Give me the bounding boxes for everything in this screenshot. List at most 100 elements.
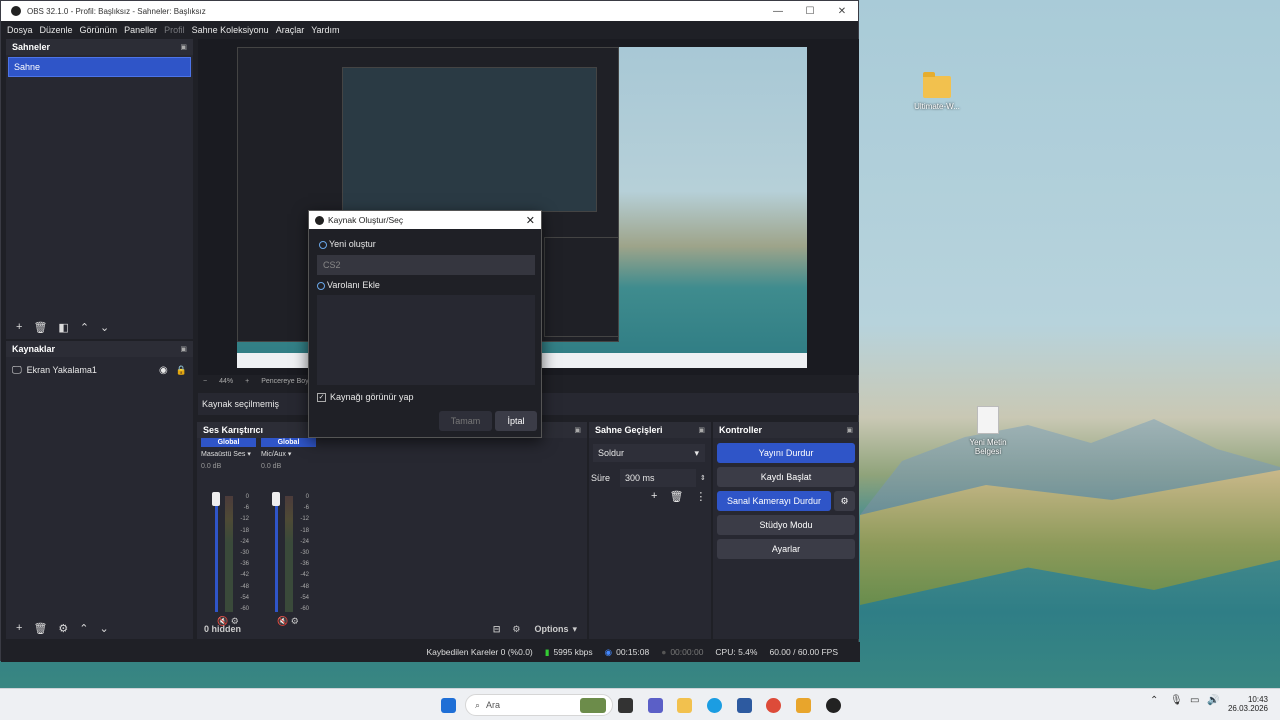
- settings-button[interactable]: Ayarlar: [717, 539, 855, 559]
- menu-docks[interactable]: Paneller: [124, 25, 157, 35]
- sources-title: Kaynaklar: [12, 344, 56, 354]
- trash-icon[interactable]: 🗑: [33, 321, 47, 334]
- transition-select[interactable]: Soldur ▾: [593, 444, 705, 462]
- volume-fader[interactable]: [275, 496, 278, 612]
- scene-item[interactable]: Sahne: [8, 57, 191, 77]
- start-recording-button[interactable]: Kaydı Başlat: [717, 467, 855, 487]
- source-name-input[interactable]: CS2: [317, 255, 535, 275]
- sources-panel: Kaynaklar ▣ 🖵 Ekran Yakalama1 ◉ 🔒 + 🗑 ⚙ ⌃ ⌄: [6, 341, 193, 639]
- lock-icon[interactable]: 🔒: [176, 365, 187, 376]
- start-icon[interactable]: [441, 698, 456, 713]
- dock-icon[interactable]: ▣: [846, 426, 853, 434]
- menu-scene-collection[interactable]: Sahne Koleksiyonu: [192, 25, 269, 35]
- fit-to-window[interactable]: Pencereye Boyut: [261, 378, 314, 385]
- spin-icon[interactable]: ⇕: [700, 474, 706, 482]
- clock[interactable]: 10:43 26.03.2026: [1226, 695, 1268, 713]
- add-icon[interactable]: +: [16, 622, 22, 634]
- menu-help[interactable]: Yardım: [311, 25, 339, 35]
- chevron-down-icon: ▾: [694, 447, 699, 458]
- chevron-down-icon[interactable]: ▾: [572, 624, 577, 635]
- scenes-toolbar: + 🗑 ◧ ⌃ ⌄: [6, 318, 109, 336]
- eye-icon[interactable]: ◉: [159, 365, 168, 376]
- teams-icon[interactable]: [648, 698, 663, 713]
- duration-input[interactable]: 300 ms: [620, 469, 697, 487]
- chevron-down-icon[interactable]: ⌄: [100, 321, 109, 334]
- store-icon[interactable]: [737, 698, 752, 713]
- fader-knob[interactable]: [272, 492, 280, 506]
- taskview-icon[interactable]: [618, 698, 633, 713]
- dock-icon[interactable]: ▣: [698, 426, 705, 434]
- desktop-folder-label: Ultimate-W...: [914, 102, 960, 111]
- create-new-option[interactable]: Yeni oluştur: [319, 239, 376, 249]
- menu-tools[interactable]: Araçlar: [276, 25, 305, 35]
- filter-icon[interactable]: ◧: [58, 321, 68, 334]
- source-item[interactable]: 🖵 Ekran Yakalama1 ◉ 🔒: [6, 360, 193, 380]
- level-meter: [285, 496, 293, 612]
- cancel-button[interactable]: İptal: [495, 411, 537, 431]
- volume-icon[interactable]: 🔊: [1207, 695, 1219, 706]
- close-icon[interactable]: ✕: [526, 214, 535, 227]
- menu-profile[interactable]: Profil: [164, 25, 185, 35]
- menu-file[interactable]: Dosya: [7, 25, 33, 35]
- clock-time: 10:43: [1247, 695, 1268, 704]
- zoom-out-icon[interactable]: −: [203, 378, 207, 385]
- zoom-in-icon[interactable]: +: [245, 378, 249, 385]
- minimize-button[interactable]: —: [762, 6, 794, 17]
- make-visible-checkbox[interactable]: ✓ Kaynağı görünür yap: [317, 392, 414, 402]
- add-existing-option[interactable]: Varolanı Ekle: [317, 280, 380, 290]
- desktop-folder-icon[interactable]: Ultimate-W...: [907, 72, 967, 111]
- vcam-gear-icon[interactable]: ⚙: [834, 491, 855, 511]
- chrome-icon[interactable]: [766, 698, 781, 713]
- app-icon[interactable]: [796, 698, 811, 713]
- network-icon[interactable]: ▭: [1190, 695, 1199, 706]
- signal-icon: ▮: [544, 646, 550, 657]
- mixer-channel-mic: Global Mic/Aux ▾ 0.0 dB 0 -6 -12 -18 -24 -30 -3…: [261, 438, 316, 626]
- chevron-up-icon[interactable]: ⌃: [79, 622, 88, 635]
- radio-icon: [319, 240, 327, 249]
- stream-icon: ◉: [604, 646, 613, 657]
- menu-bar: Dosya Düzenle Görünüm Paneller Profil Sa…: [1, 21, 858, 39]
- transitions-title: Sahne Geçişleri: [595, 425, 663, 435]
- scenes-title: Sahneler: [12, 42, 51, 52]
- close-button[interactable]: ✕: [826, 6, 858, 17]
- chevron-up-icon[interactable]: ⌃: [80, 321, 89, 334]
- mixer-title: Ses Karıştırıcı: [203, 425, 264, 435]
- trash-icon[interactable]: 🗑: [669, 490, 683, 503]
- window-title: OBS 32.1.0 - Profil: Başlıksız - Sahnele…: [27, 6, 206, 16]
- mic-icon[interactable]: 🎙: [1170, 695, 1183, 706]
- record-time: 00:00:00: [670, 647, 704, 657]
- menu-edit[interactable]: Düzenle: [40, 25, 73, 35]
- desktop-textfile-icon[interactable]: Yeni Metin Belgesi: [958, 406, 1018, 456]
- dock-icon[interactable]: ▣: [180, 345, 187, 353]
- explorer-icon[interactable]: [677, 698, 692, 713]
- studio-mode-button[interactable]: Stüdyo Modu: [717, 515, 855, 535]
- chevron-down-icon[interactable]: ⌄: [100, 622, 109, 635]
- menu-view[interactable]: Görünüm: [80, 25, 118, 35]
- layout-icon[interactable]: ⊟: [493, 624, 501, 635]
- chevron-up-icon[interactable]: ⌃: [1150, 695, 1158, 706]
- obs-taskbar-icon[interactable]: [826, 698, 841, 713]
- obs-logo-icon: [315, 215, 324, 225]
- chevron-down-icon[interactable]: ▾: [288, 450, 292, 458]
- add-icon[interactable]: +: [651, 490, 657, 503]
- add-icon[interactable]: +: [16, 321, 22, 333]
- widget-icon[interactable]: [580, 698, 606, 713]
- advanced-audio-icon[interactable]: ⚙: [512, 624, 520, 635]
- dock-icon[interactable]: ▣: [180, 43, 187, 51]
- add-existing-label: Varolanı Ekle: [327, 280, 380, 290]
- fader-knob[interactable]: [212, 492, 220, 506]
- ok-button[interactable]: Tamam: [439, 411, 492, 431]
- existing-sources-list[interactable]: [317, 295, 535, 385]
- options-button[interactable]: Options: [534, 624, 568, 634]
- stop-virtual-camera-button[interactable]: Sanal Kamerayı Durdur: [717, 491, 831, 511]
- more-icon[interactable]: ⋮: [695, 490, 706, 503]
- maximize-button[interactable]: ☐: [794, 6, 826, 17]
- dock-icon[interactable]: ▣: [574, 426, 581, 434]
- stop-streaming-button[interactable]: Yayını Durdur: [717, 443, 855, 463]
- gear-icon[interactable]: ⚙: [58, 622, 68, 635]
- taskbar: ⌕ Ara ⌃ 🎙 ▭ 🔊 10:43 26.03.2026: [0, 688, 1280, 720]
- edge-icon[interactable]: [707, 698, 722, 713]
- trash-icon[interactable]: 🗑: [33, 622, 47, 635]
- volume-fader[interactable]: [215, 496, 218, 612]
- chevron-down-icon[interactable]: ▾: [247, 450, 251, 458]
